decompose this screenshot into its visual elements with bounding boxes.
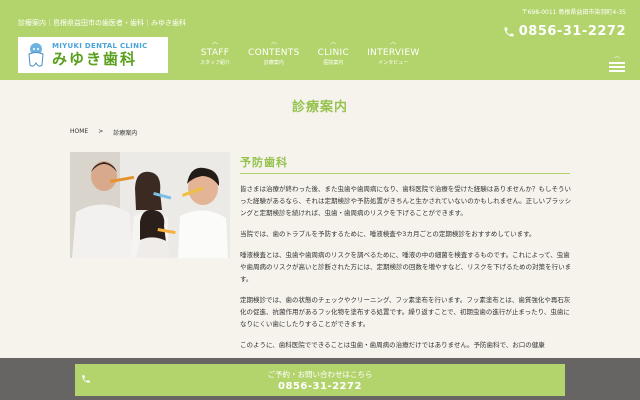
- main-nav: ︿ STAFF スタッフ紹介 ︿ CONTENTS 診療案内 ︿ CLINIC …: [200, 39, 438, 67]
- nav-item-clinic[interactable]: ︿ CLINIC 医院案内: [317, 39, 350, 67]
- logo-english-name: MIYUKI DENTAL CLINIC: [52, 42, 148, 50]
- chevron-down-icon: ︿: [212, 39, 219, 46]
- breadcrumb-separator: >: [98, 128, 104, 135]
- menu-bar-icon: [609, 62, 625, 64]
- header-phone-number: 0856-31-2272: [518, 24, 626, 39]
- phone-icon: [82, 375, 90, 383]
- nav-item-staff[interactable]: ︿ STAFF スタッフ紹介: [200, 39, 231, 67]
- chevron-down-icon: ︿: [390, 39, 397, 46]
- body-paragraph: 当院では、歯のトラブルを予防するために、唾液検査や3カ月ごとの定期検診をおすすめ…: [240, 230, 536, 238]
- cta-lead-text: ご予約・お問い合わせはこちら: [267, 370, 373, 379]
- nav-label-en: STAFF: [200, 48, 230, 58]
- breadcrumb: HOME > 診療案内: [70, 128, 137, 137]
- menu-bar-icon: [609, 66, 625, 68]
- clinic-address: 〒698-0011 島根県益田市染羽町4-35: [521, 9, 626, 16]
- section-title: 予防歯科: [240, 156, 288, 169]
- clinic-logo[interactable]: MIYUKI DENTAL CLINIC みゆき歯科: [18, 37, 168, 73]
- cta-phone-number: 0856-31-2272: [278, 381, 362, 392]
- body-paragraph: 唾液検査とは、虫歯や歯周病のリスクを調べるために、唾液の中の細菌を検査するもので…: [240, 251, 572, 283]
- family-brushing-photo: [70, 152, 230, 258]
- section-divider: [240, 173, 570, 174]
- nav-label-ja: 医院案内: [323, 60, 344, 66]
- body-paragraph: 定期検診では、歯の状態のチェックやクリーニング、フッ素塗布を行います。フッ素塗布…: [240, 296, 571, 328]
- nav-item-contents[interactable]: ︿ CONTENTS 診療案内: [248, 39, 300, 67]
- page-title: 診療案内: [291, 100, 348, 115]
- nav-label-ja: スタッフ紹介: [200, 60, 231, 66]
- logo-japanese-name: みゆき歯科: [52, 50, 138, 68]
- reservation-contact-button[interactable]: ご予約・お問い合わせはこちら 0856-31-2272: [75, 364, 565, 396]
- menu-bar-icon: [609, 70, 625, 72]
- breadcrumb-current: 診療案内: [113, 130, 138, 137]
- nav-label-en: CLINIC: [317, 48, 350, 58]
- nav-label-en: INTERVIEW: [367, 48, 420, 58]
- body-paragraph: 皆さまは治療が終わった後、また虫歯や歯周病になり、歯科医院で治療を受けた経験はあ…: [240, 185, 572, 217]
- phone-icon: [504, 27, 514, 36]
- section-body: 皆さまは治療が終わった後、また虫歯や歯周病になり、歯科医院で治療を受けた経験はあ…: [240, 183, 572, 360]
- header-phone-link[interactable]: 0856-31-2272: [503, 24, 626, 39]
- chevron-down-icon: ︿: [613, 53, 620, 60]
- nav-item-interview[interactable]: ︿ INTERVIEW インタビュー: [367, 39, 420, 67]
- nav-label-ja: インタビュー: [378, 60, 409, 66]
- hamburger-menu-button[interactable]: ︿: [608, 54, 626, 74]
- chevron-down-icon: ︿: [330, 39, 337, 46]
- nav-label-ja: 診療案内: [263, 60, 284, 66]
- body-paragraph: このように、歯科医院でできることは虫歯・歯周病の治療だけではありません。予防歯科…: [240, 341, 545, 349]
- nav-label-en: CONTENTS: [248, 48, 300, 58]
- chevron-down-icon: ︿: [270, 39, 277, 46]
- site-tagline: 診療案内｜島根県益田市の歯医者・歯科｜みゆき歯科: [18, 19, 186, 27]
- tooth-mascot-icon: [28, 43, 44, 67]
- site-header: 診療案内｜島根県益田市の歯医者・歯科｜みゆき歯科 〒698-0011 島根県益田…: [0, 0, 640, 80]
- breadcrumb-home-link[interactable]: HOME: [70, 128, 88, 137]
